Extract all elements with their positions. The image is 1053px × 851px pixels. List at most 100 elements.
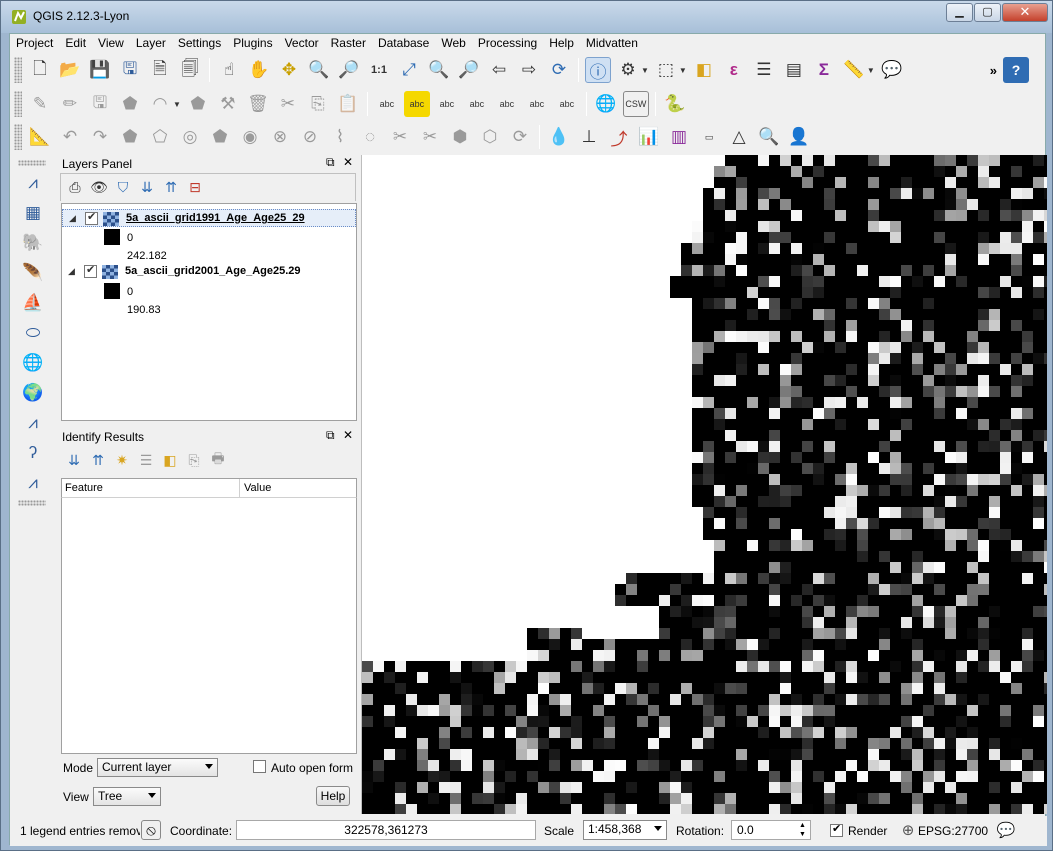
menu-settings[interactable]: Settings [172, 34, 227, 52]
add-oracle-layer-icon[interactable]: ⬭ [20, 320, 46, 346]
chevron-down-icon[interactable]: ▼ [641, 66, 649, 75]
menu-web[interactable]: Web [435, 34, 471, 52]
current-edits-icon[interactable]: ✎ [27, 91, 53, 117]
measure-line-icon[interactable]: 📏 [841, 57, 867, 83]
remove-layer-icon[interactable]: ⊟ [185, 178, 205, 198]
collapse-all-icon[interactable]: ⇈ [161, 178, 181, 198]
add-wms-layer-icon[interactable]: 🌐 [20, 350, 46, 376]
csw-icon[interactable]: CSW [622, 91, 649, 117]
maximize-button[interactable]: ▢ [974, 3, 1001, 22]
add-mssql-layer-icon[interactable]: ⛵ [20, 290, 46, 316]
zoom-next-icon[interactable]: ⇨ [516, 57, 542, 83]
section-plot-icon[interactable]: ⊥ [576, 124, 602, 150]
rotation-spinner-icon[interactable]: ▲ ▼ [799, 821, 806, 839]
merge-attributes-icon[interactable]: ⬡ [477, 124, 503, 150]
rotate-point-symbols-icon[interactable]: ⟳ [507, 124, 533, 150]
stratigraphy-icon[interactable]: ▥ [666, 124, 692, 150]
menu-midvatten[interactable]: Midvatten [580, 34, 644, 52]
menu-database[interactable]: Database [372, 34, 435, 52]
clear-highlights-icon[interactable]: ◧ [160, 450, 180, 470]
show-hide-labels-icon[interactable]: abc [464, 91, 490, 117]
add-circular-string-icon[interactable]: ◠ [147, 91, 173, 117]
sum-icon[interactable]: Σ [811, 57, 837, 83]
toolbar-handle[interactable] [18, 160, 46, 166]
pan-to-selection-icon[interactable]: ✥ [276, 57, 302, 83]
simplify-feature-icon[interactable]: ⬠ [147, 124, 173, 150]
zoom-to-layer-icon[interactable]: 🔎 [456, 57, 482, 83]
rotate-label-icon[interactable]: abc [524, 91, 550, 117]
messages-icon[interactable]: ⦸ [141, 820, 161, 840]
cut-features-icon[interactable]: ✂ [275, 91, 301, 117]
chevron-down-icon[interactable]: ▼ [173, 100, 181, 109]
collapse-icon[interactable]: ◢ [69, 213, 76, 224]
wqual-report-icon[interactable]: ▭ [696, 124, 722, 150]
touch-zoom-icon[interactable]: ☝ [216, 57, 242, 83]
crs-globe-icon[interactable]: ⊕ [898, 820, 918, 840]
close-panel-icon[interactable]: ✕ [343, 428, 353, 442]
close-panel-icon[interactable]: ✕ [343, 155, 353, 169]
zoom-full-icon[interactable]: ⤢ [396, 57, 422, 83]
copy-features-icon[interactable]: ⎘ [305, 91, 331, 117]
map-tips-icon[interactable]: 💬 [879, 57, 905, 83]
new-print-composer-icon[interactable]: 🗎 [147, 57, 173, 83]
toolbar-handle[interactable] [14, 57, 22, 83]
offset-curve-icon[interactable]: ◌ [357, 124, 383, 150]
statistics-icon[interactable]: ▤ [781, 57, 807, 83]
menu-layer[interactable]: Layer [130, 34, 172, 52]
add-ring-icon[interactable]: ◎ [177, 124, 203, 150]
toggle-editing-icon[interactable]: ✏ [57, 91, 83, 117]
add-raster-layer-icon[interactable]: ▦ [20, 200, 46, 226]
help-button[interactable]: Help [316, 786, 350, 806]
identify-results-tree[interactable] [61, 498, 357, 754]
add-vector-layer-icon[interactable]: ⩘ [20, 170, 46, 196]
pin-labels-icon[interactable]: abc [403, 91, 430, 117]
move-feature-icon[interactable]: ⬟ [185, 91, 211, 117]
select-features-icon[interactable]: ⬚ [653, 57, 679, 83]
more-tools-icon[interactable]: » [990, 63, 997, 78]
move-label-icon[interactable]: abc [494, 91, 520, 117]
scale-select[interactable]: 1:458,368 [583, 820, 667, 840]
delete-ring-icon[interactable]: ⊗ [267, 124, 293, 150]
mode-select[interactable]: Current layer [97, 758, 218, 777]
auto-open-form-checkbox[interactable] [253, 760, 266, 773]
reshape-features-icon[interactable]: ⌇ [327, 124, 353, 150]
deselect-all-icon[interactable]: ◧ [691, 57, 717, 83]
menu-help[interactable]: Help [543, 34, 580, 52]
map-canvas[interactable] [361, 155, 1047, 814]
xy-plot-icon[interactable]: ⤴ [606, 124, 632, 150]
node-tool-icon[interactable]: ⚒ [215, 91, 241, 117]
expand-new-results-icon[interactable]: ✷ [112, 450, 132, 470]
zoom-in-icon[interactable]: 🔍 [306, 57, 332, 83]
zoom-out-icon[interactable]: 🔎 [336, 57, 362, 83]
manage-visibility-icon[interactable]: 👁 [89, 178, 109, 198]
split-parts-icon[interactable]: ✂ [417, 124, 443, 150]
search-point-icon[interactable]: 🔍 [756, 124, 782, 150]
menu-project[interactable]: Project [10, 34, 59, 52]
help-contents-icon[interactable]: ? [1003, 57, 1029, 83]
redo-icon[interactable]: ↷ [87, 124, 113, 150]
copy-feature-icon[interactable]: ⎘ [184, 450, 204, 470]
new-project-icon[interactable]: 🗋 [27, 57, 53, 83]
python-console-icon[interactable]: 🐍 [662, 91, 688, 117]
add-wfs-layer-icon[interactable]: ⩘ [20, 410, 46, 436]
save-project-icon[interactable]: 💾 [87, 57, 113, 83]
add-part-icon[interactable]: ⬟ [207, 124, 233, 150]
zoom-native-icon[interactable]: 1:1 [366, 57, 392, 83]
open-project-icon[interactable]: 📂 [57, 57, 83, 83]
delete-part-icon[interactable]: ⊘ [297, 124, 323, 150]
save-as-icon[interactable]: 🖫 [117, 57, 143, 83]
metasearch-icon[interactable]: 🌐 [593, 91, 619, 117]
add-spatialite-layer-icon[interactable]: 🪶 [20, 260, 46, 286]
view-select[interactable]: Tree [93, 787, 161, 806]
composer-manager-icon[interactable]: 🗐 [177, 57, 203, 83]
water-drop-icon[interactable]: 💧 [546, 124, 572, 150]
feature-column-header[interactable]: Feature [65, 482, 103, 494]
expand-all-icon[interactable]: ⇊ [137, 178, 157, 198]
close-button[interactable]: ✕ [1002, 3, 1048, 22]
toolbar-handle[interactable] [14, 124, 22, 150]
menu-view[interactable]: View [92, 34, 130, 52]
bar-plot-icon[interactable]: 📊 [636, 124, 662, 150]
delete-selected-icon[interactable]: 🗑 [245, 91, 271, 117]
change-label-icon[interactable]: abc [554, 91, 580, 117]
add-delimited-text-icon[interactable]: ʔ [20, 440, 46, 466]
